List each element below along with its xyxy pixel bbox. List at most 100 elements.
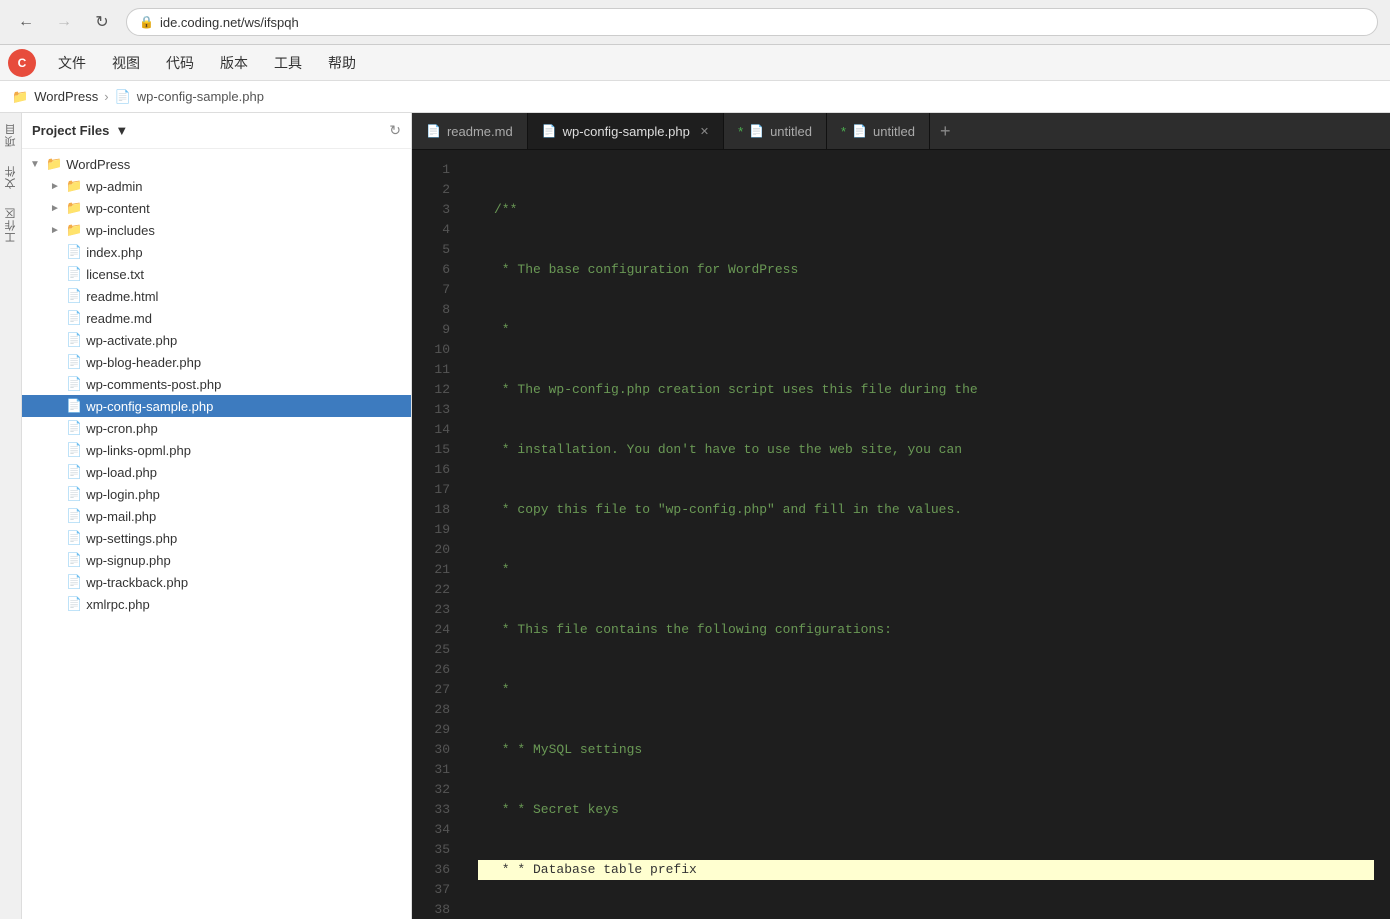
- file-icon-wp-blog-header: 📄: [66, 354, 82, 370]
- code-line-13: * * Database table prefix: [478, 860, 1374, 880]
- file-icon-wp-cron: 📄: [66, 420, 82, 436]
- tab-close-wp-config-sample[interactable]: ✕: [700, 125, 709, 138]
- wp-links-opml-label: wp-links-opml.php: [86, 443, 191, 458]
- code-line-9: * This file contains the following confi…: [478, 620, 1374, 640]
- tab-icon-wp-config-sample: 📄: [542, 124, 557, 138]
- menu-help[interactable]: 帮助: [316, 49, 368, 77]
- tab-label-untitled-1: untitled: [770, 124, 812, 139]
- menu-view[interactable]: 视图: [100, 49, 152, 77]
- folder-icon-wp-includes: 📁: [66, 222, 82, 238]
- file-icon-wp-links-opml: 📄: [66, 442, 82, 458]
- tree-item-wp-config-sample[interactable]: 📄 wp-config-sample.php: [22, 395, 411, 417]
- url-bar[interactable]: 🔒 ide.coding.net/ws/ifspqh: [126, 8, 1378, 36]
- file-icon-index-php: 📄: [66, 244, 82, 260]
- wp-blog-header-label: wp-blog-header.php: [86, 355, 201, 370]
- tree-item-wp-includes[interactable]: ► 📁 wp-includes: [22, 219, 411, 241]
- tabs-bar: 📄 readme.md 📄 wp-config-sample.php ✕ * 📄…: [412, 113, 1390, 150]
- tab-icon-readme-md: 📄: [426, 124, 441, 138]
- tab-icon-untitled-2: 📄: [852, 124, 867, 138]
- folder-icon-wp-content: 📁: [66, 200, 82, 216]
- tree-item-readme-md[interactable]: 📄 readme.md: [22, 307, 411, 329]
- tab-icon-untitled-1: 📄: [749, 124, 764, 138]
- forward-button[interactable]: →: [50, 8, 78, 36]
- file-icon-wp-activate: 📄: [66, 332, 82, 348]
- file-icon-wp-config-sample: 📄: [66, 398, 82, 414]
- refresh-button[interactable]: ↻: [88, 8, 116, 36]
- index-php-label: index.php: [86, 245, 142, 260]
- tab-add-button[interactable]: +: [930, 113, 961, 149]
- file-icon-license-txt: 📄: [66, 266, 82, 282]
- code-line-10: *: [478, 680, 1374, 700]
- code-line-1: /** * The base configuration for WordPre…: [462, 160, 1390, 919]
- wp-signup-label: wp-signup.php: [86, 553, 171, 568]
- tree-item-wp-links-opml[interactable]: 📄 wp-links-opml.php: [22, 439, 411, 461]
- tree-item-index-php[interactable]: 📄 index.php: [22, 241, 411, 263]
- menu-code[interactable]: 代码: [154, 49, 206, 77]
- code-line-11: * * MySQL settings: [478, 740, 1374, 760]
- menu-file[interactable]: 文件: [46, 49, 98, 77]
- breadcrumb-sep: ›: [104, 89, 108, 104]
- file-icon-readme-html: 📄: [66, 288, 82, 304]
- file-tree-panel: Project Files ▼ ↻ ▼ 📁 WordPress ► 📁 wp-a…: [22, 113, 412, 919]
- wp-activate-label: wp-activate.php: [86, 333, 177, 348]
- folder-icon-wp-admin: 📁: [66, 178, 82, 194]
- tree-item-wp-signup[interactable]: 📄 wp-signup.php: [22, 549, 411, 571]
- breadcrumb-file[interactable]: wp-config-sample.php: [137, 89, 264, 104]
- refresh-tree-button[interactable]: ↻: [389, 122, 401, 139]
- browser-nav: ← → ↻ 🔒 ide.coding.net/ws/ifspqh: [0, 0, 1390, 44]
- file-icon-wp-mail: 📄: [66, 508, 82, 524]
- tree-item-wp-mail[interactable]: 📄 wp-mail.php: [22, 505, 411, 527]
- back-button[interactable]: ←: [12, 8, 40, 36]
- menu-version[interactable]: 版本: [208, 49, 260, 77]
- tree-item-wp-login[interactable]: 📄 wp-login.php: [22, 483, 411, 505]
- tab-untitled-2[interactable]: * 📄 untitled: [827, 113, 930, 149]
- tab-modified-star-2: *: [841, 124, 846, 139]
- menu-tools[interactable]: 工具: [262, 49, 314, 77]
- line-numbers: 12345 678910 1112131415 1617181920 21222…: [412, 150, 462, 919]
- file-icon-readme-md: 📄: [66, 310, 82, 326]
- wp-mail-label: wp-mail.php: [86, 509, 156, 524]
- tree-item-wp-comments-post[interactable]: 📄 wp-comments-post.php: [22, 373, 411, 395]
- expand-arrow-wordpress: ▼: [30, 159, 42, 170]
- wp-includes-label: wp-includes: [86, 223, 155, 238]
- expand-arrow-wp-content: ►: [50, 203, 62, 214]
- editor-area: 📄 readme.md 📄 wp-config-sample.php ✕ * 📄…: [412, 113, 1390, 919]
- file-tree-title: Project Files ▼: [32, 123, 128, 138]
- code-line-3: * The base configuration for WordPress: [478, 260, 1374, 280]
- file-icon-xmlrpc: 📄: [66, 596, 82, 612]
- wp-cron-label: wp-cron.php: [86, 421, 158, 436]
- tab-wp-config-sample[interactable]: 📄 wp-config-sample.php ✕: [528, 113, 724, 149]
- breadcrumb-root[interactable]: WordPress: [34, 89, 98, 104]
- tab-label-untitled-2: untitled: [873, 124, 915, 139]
- sidebar-label-project[interactable]: 项目: [3, 123, 19, 147]
- file-icon-wp-load: 📄: [66, 464, 82, 480]
- tree-item-license-txt[interactable]: 📄 license.txt: [22, 263, 411, 285]
- tree-item-wp-cron[interactable]: 📄 wp-cron.php: [22, 417, 411, 439]
- code-line-4: *: [478, 320, 1374, 340]
- tree-item-readme-html[interactable]: 📄 readme.html: [22, 285, 411, 307]
- tree-item-wp-load[interactable]: 📄 wp-load.php: [22, 461, 411, 483]
- project-files-label: Project Files: [32, 123, 109, 138]
- wp-comments-post-label: wp-comments-post.php: [86, 377, 221, 392]
- tree-item-wp-trackback[interactable]: 📄 wp-trackback.php: [22, 571, 411, 593]
- tab-untitled-1[interactable]: * 📄 untitled: [724, 113, 827, 149]
- sidebar-label-files[interactable]: 文件: [3, 165, 19, 189]
- tab-label-readme-md: readme.md: [447, 124, 513, 139]
- tree-item-xmlrpc[interactable]: 📄 xmlrpc.php: [22, 593, 411, 615]
- tree-item-wp-activate[interactable]: 📄 wp-activate.php: [22, 329, 411, 351]
- wp-trackback-label: wp-trackback.php: [86, 575, 188, 590]
- code-line-12: * * Secret keys: [478, 800, 1374, 820]
- tree-item-wp-admin[interactable]: ► 📁 wp-admin: [22, 175, 411, 197]
- tree-item-wp-settings[interactable]: 📄 wp-settings.php: [22, 527, 411, 549]
- tab-readme-md[interactable]: 📄 readme.md: [412, 113, 528, 149]
- sidebar-label-workspace[interactable]: 工作区: [3, 207, 19, 243]
- project-files-arrow: ▼: [115, 123, 128, 138]
- tree-item-wp-blog-header[interactable]: 📄 wp-blog-header.php: [22, 351, 411, 373]
- wordpress-label: WordPress: [66, 157, 130, 172]
- code-line-8: *: [478, 560, 1374, 580]
- tree-item-wp-content[interactable]: ► 📁 wp-content: [22, 197, 411, 219]
- code-editor[interactable]: 12345 678910 1112131415 1617181920 21222…: [412, 150, 1390, 919]
- browser-chrome: ← → ↻ 🔒 ide.coding.net/ws/ifspqh: [0, 0, 1390, 45]
- tree-item-wordpress[interactable]: ▼ 📁 WordPress: [22, 153, 411, 175]
- code-content[interactable]: /** * The base configuration for WordPre…: [462, 150, 1390, 919]
